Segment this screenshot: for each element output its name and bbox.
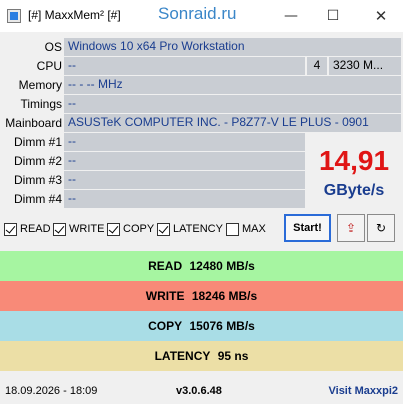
window-title: [#] MaxxMem² [#] [28,8,121,22]
read-checkbox[interactable]: READ [4,221,51,237]
watermark-text: Sonraid.ru [158,4,237,23]
memory-label: Memory [18,78,62,92]
cpu-field: -- [64,57,305,76]
latency-checkbox[interactable]: LATENCY [157,221,223,237]
os-field: Windows 10 x64 Pro Workstation [64,38,401,57]
copy-checkbox-label: COPY [123,223,155,235]
dimm3-field: -- [64,171,305,190]
write-check-box[interactable] [53,222,66,236]
latency-result-label: LATENCY [154,349,211,363]
write-result-value: 18246 MB/s [191,289,258,303]
total-speed-unit: GByte/s [323,182,385,199]
latency-checkbox-label: LATENCY [173,223,223,235]
memory-field: -- - -- MHz [64,76,401,95]
latency-result-value: 95 ns [217,349,249,363]
refresh-icon[interactable]: ↻ [367,214,395,242]
write-checkbox[interactable]: WRITE [53,221,104,237]
close-button[interactable]: ✕ [370,6,392,26]
copy-result-value: 15076 MB/s [189,319,255,333]
write-result-label: WRITE [145,289,185,303]
footer-version: v3.0.6.48 [176,385,222,397]
footer-date: 18.09.2026 - 18:09 [5,385,98,397]
status-footer: 18.09.2026 - 18:09 v3.0.6.48 Visit Maxxp… [0,380,403,404]
dimm2-label: Dimm #2 [13,154,62,168]
copy-result-label: COPY [148,319,183,333]
mainboard-field: ASUSTeK COMPUTER INC. - P8Z77-V LE PLUS … [64,114,401,133]
copy-check-box[interactable] [107,222,120,236]
dimm2-field: -- [64,152,305,171]
copy-checkbox[interactable]: COPY [107,221,154,237]
latency-check-box[interactable] [157,222,170,236]
export-icon[interactable]: ⇪ [337,214,365,242]
cpu-label: CPU [36,59,62,73]
total-speed-value: 14,91 [318,145,390,176]
read-check-box[interactable] [4,222,17,236]
os-label: OS [44,40,62,54]
read-result-bar: READ 12480 MB/s [0,251,403,281]
maximize-button[interactable]: ☐ [322,6,344,26]
read-result-value: 12480 MB/s [189,259,255,273]
copy-result-bar: COPY 15076 MB/s [0,311,403,341]
app-icon [7,9,21,23]
title-bar: [#] MaxxMem² [#] Sonraid.ru — ☐ ✕ [0,0,403,32]
dimm4-label: Dimm #4 [13,192,62,206]
dimm1-field: -- [64,133,305,152]
write-result-bar: WRITE 18246 MB/s [0,281,403,311]
start-button[interactable]: Start! [284,214,331,242]
max-check-box[interactable] [226,222,239,236]
cpu-cores-field: 4 [307,57,327,76]
cpu-frequency-field: 3230 M... [329,57,401,76]
read-checkbox-label: READ [20,223,51,235]
timings-label: Timings [20,97,62,111]
mainboard-label: Mainboard [5,116,62,130]
max-checkbox-label: MAX [242,223,266,235]
max-checkbox[interactable]: MAX [226,221,266,237]
read-result-label: READ [148,259,183,273]
dimm3-label: Dimm #3 [13,173,62,187]
minimize-button[interactable]: — [280,6,302,26]
visit-maxxpi2-link[interactable]: Visit Maxxpi2 [329,385,399,397]
timings-field: -- [64,95,401,114]
latency-result-bar: LATENCY 95 ns [0,341,403,371]
write-checkbox-label: WRITE [69,223,105,235]
dimm1-label: Dimm #1 [13,135,62,149]
dimm4-field: -- [64,190,305,209]
